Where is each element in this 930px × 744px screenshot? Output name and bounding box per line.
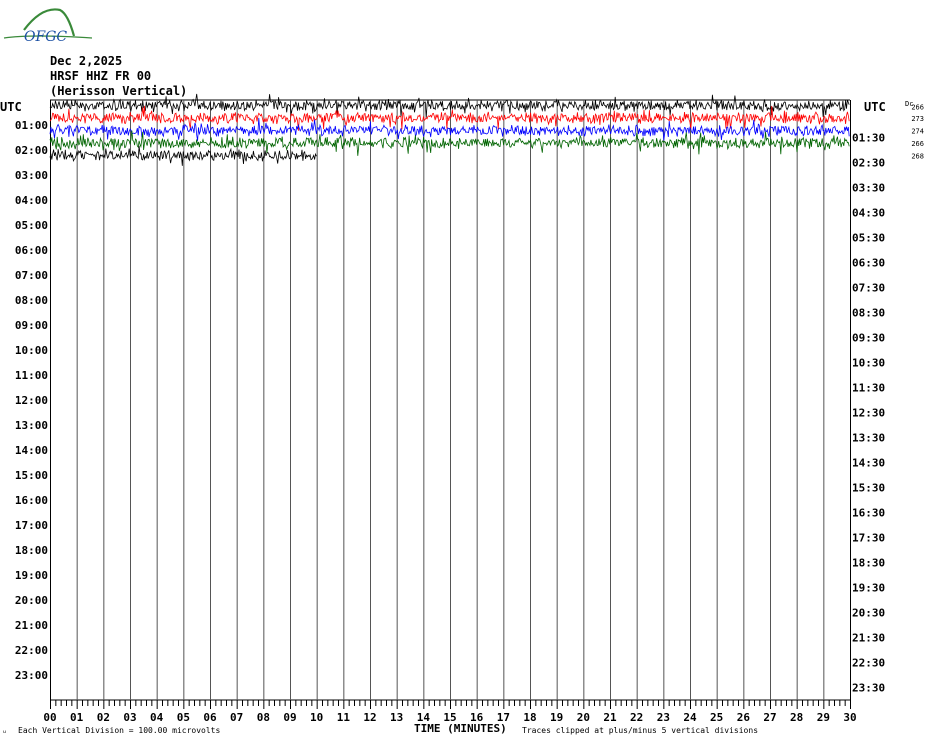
x-tick-label: 08 xyxy=(257,711,270,724)
left-hour-label: 04:00 xyxy=(15,194,48,207)
x-tick-label: 12 xyxy=(363,711,376,724)
x-tick-label: 20 xyxy=(577,711,590,724)
dc-value-4: 268 xyxy=(911,153,924,161)
right-half-hour-label: 14:30 xyxy=(852,457,885,470)
x-tick-label: 05 xyxy=(177,711,190,724)
right-half-hour-label: 17:30 xyxy=(852,532,885,545)
clip-note: Traces clipped at plus/minus 5 vertical … xyxy=(522,726,759,735)
x-tick-label: 26 xyxy=(737,711,751,724)
trace-row-3 xyxy=(49,130,850,156)
x-tick-label: 04 xyxy=(150,711,164,724)
right-half-hour-label: 11:30 xyxy=(852,382,885,395)
right-half-hour-label: 05:30 xyxy=(852,232,885,245)
dc-value-1: 273 xyxy=(911,115,924,123)
left-hour-label: 02:00 xyxy=(15,144,48,157)
right-half-hour-label: 15:30 xyxy=(852,482,885,495)
trace-row-2 xyxy=(49,117,850,141)
left-hour-label: 12:00 xyxy=(15,394,48,407)
seismogram-page: OFGC Dec 2,2025 HRSF HHZ FR 00 (Herisson… xyxy=(0,0,930,744)
left-hour-label: 03:00 xyxy=(15,169,48,182)
right-half-hour-label: 21:30 xyxy=(852,632,885,645)
right-half-hour-label: 12:30 xyxy=(852,407,885,420)
helicorder-plot: 00 01 02 03 04 05 06 07 08 09 10 11 12 13 14 15 16 17 18 19… xyxy=(15,93,924,724)
left-hour-label: 09:00 xyxy=(15,319,48,332)
left-hour-label: 01:00 xyxy=(15,119,48,132)
x-tick-label: 03 xyxy=(123,711,136,724)
x-tick-label: 30 xyxy=(843,711,856,724)
left-hour-label: 05:00 xyxy=(15,219,48,232)
x-tick-label: 22 xyxy=(630,711,643,724)
right-half-hour-label: 23:30 xyxy=(852,682,885,695)
right-half-hour-label: 16:30 xyxy=(852,507,885,520)
x-tick-label: 13 xyxy=(390,711,403,724)
x-tick-label: 02 xyxy=(97,711,110,724)
right-half-hour-label: 03:30 xyxy=(852,182,885,195)
right-half-hour-label: 19:30 xyxy=(852,582,885,595)
x-tick-label: 19 xyxy=(550,711,563,724)
left-hour-label: 16:00 xyxy=(15,494,48,507)
x-tick-label: 27 xyxy=(763,711,776,724)
x-tick-label: 25 xyxy=(710,711,723,724)
right-half-hour-label: 09:30 xyxy=(852,332,885,345)
left-hour-label: 20:00 xyxy=(15,594,48,607)
left-hour-label: 10:00 xyxy=(15,344,48,357)
x-tick-label: 00 xyxy=(43,711,56,724)
x-tick-label: 09 xyxy=(283,711,296,724)
x-tick-label: 29 xyxy=(817,711,830,724)
left-hour-label: 14:00 xyxy=(15,444,48,457)
x-tick-label: 28 xyxy=(790,711,803,724)
x-tick-label: 24 xyxy=(683,711,697,724)
left-hour-label: 21:00 xyxy=(15,619,48,632)
x-tick-label: 21 xyxy=(603,711,617,724)
x-tick-label: 18 xyxy=(523,711,536,724)
dc-value-2: 274 xyxy=(911,128,924,136)
left-hour-label: 08:00 xyxy=(15,294,48,307)
x-tick-label: 06 xyxy=(203,711,217,724)
x-tick-label: 07 xyxy=(230,711,243,724)
right-half-hour-label: 02:30 xyxy=(852,157,885,170)
trace-row-1 xyxy=(49,105,850,131)
right-half-hour-label: 13:30 xyxy=(852,432,885,445)
x-tick-label: 10 xyxy=(310,711,323,724)
right-half-hour-label: 07:30 xyxy=(852,282,885,295)
right-half-hour-label: 01:30 xyxy=(852,132,885,145)
x-tick-label: 01 xyxy=(70,711,84,724)
left-hour-label: 23:00 xyxy=(15,669,48,682)
left-hour-label: 11:00 xyxy=(15,369,48,382)
right-half-hour-label: 04:30 xyxy=(852,207,885,220)
x-axis-label: TIME (MINUTES) xyxy=(414,722,507,735)
dc-value-0: 266 xyxy=(911,104,924,112)
right-half-hour-label: 18:30 xyxy=(852,557,885,570)
right-half-hour-label: 22:30 xyxy=(852,657,885,670)
trace-row-4 xyxy=(49,145,317,166)
left-hour-label: 15:00 xyxy=(15,469,48,482)
dc-value-3: 266 xyxy=(911,140,924,148)
left-hour-label: 22:00 xyxy=(15,644,48,657)
left-hour-label: 07:00 xyxy=(15,269,48,282)
left-hour-label: 17:00 xyxy=(15,519,48,532)
right-half-hour-label: 08:30 xyxy=(852,307,885,320)
trace-row-0 xyxy=(49,93,850,119)
foot-mark: ᵤ xyxy=(2,726,7,735)
left-hour-label: 19:00 xyxy=(15,569,48,582)
right-half-hour-label: 20:30 xyxy=(852,607,885,620)
x-tick-label: 23 xyxy=(657,711,670,724)
vertical-division-note: Each Vertical Division = 100.00 microvol… xyxy=(18,726,221,735)
x-tick-label: 11 xyxy=(337,711,351,724)
right-half-hour-label: 10:30 xyxy=(852,357,885,370)
left-hour-label: 18:00 xyxy=(15,544,48,557)
right-half-hour-label: 06:30 xyxy=(852,257,885,270)
left-hour-label: 13:00 xyxy=(15,419,48,432)
left-hour-label: 06:00 xyxy=(15,244,48,257)
